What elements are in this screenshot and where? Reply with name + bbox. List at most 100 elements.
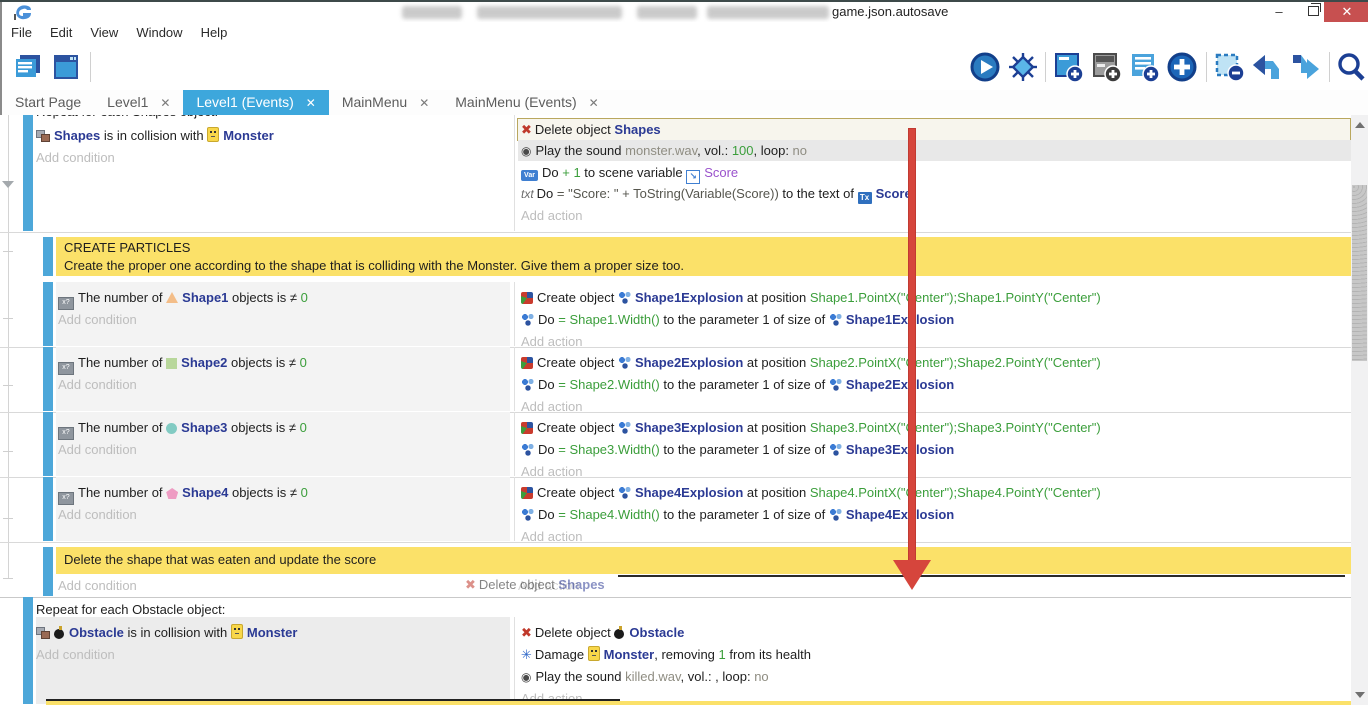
tab-close-icon[interactable]: ✕: [306, 91, 316, 116]
scrollbar-thumb[interactable]: [1352, 185, 1367, 361]
text-segment: The number of: [78, 290, 166, 305]
add-condition-button[interactable]: Add condition: [58, 309, 137, 330]
scene-window-icon[interactable]: [50, 51, 82, 83]
scroll-down-icon[interactable]: [1355, 692, 1365, 698]
comment-body[interactable]: Create the proper one according to the s…: [64, 258, 684, 273]
tab-close-icon[interactable]: ✕: [419, 91, 429, 116]
particle-icon: [521, 443, 534, 456]
drag-arrow-head: [893, 560, 931, 590]
tab-level1-events-[interactable]: Level1 (Events)✕: [183, 90, 328, 115]
event-selection-bar[interactable]: [43, 412, 53, 476]
project-manager-icon[interactable]: [12, 51, 44, 83]
event-selection-bar[interactable]: [23, 597, 33, 704]
action-row[interactable]: Do = Shape2.Width() to the parameter 1 o…: [521, 374, 954, 395]
text-segment: objects is: [227, 355, 288, 370]
action-row[interactable]: Do = Shape1.Width() to the parameter 1 o…: [521, 309, 954, 330]
add-condition-button[interactable]: Add condition: [58, 504, 137, 525]
add-circle-icon[interactable]: [1166, 51, 1198, 83]
particle-icon: [521, 378, 534, 391]
condition-row[interactable]: x?The number of Shape2 objects is ≠ 0: [58, 352, 307, 373]
text-segment: Shape3: [181, 420, 227, 435]
event-selection-bar[interactable]: [43, 347, 53, 411]
event-shape1-count-event: x?The number of Shape1 objects is ≠ 0Add…: [0, 282, 1351, 348]
action-row[interactable]: txtDo = "Score: " + ToString(Variable(Sc…: [521, 183, 912, 204]
event-selection-bar[interactable]: [43, 574, 53, 596]
action-row[interactable]: ✖Delete object Shapes: [521, 119, 661, 140]
event-selection-bar[interactable]: [43, 477, 53, 541]
text-segment: Delete object: [479, 577, 559, 592]
add-action-button[interactable]: Add action: [521, 526, 582, 547]
close-button[interactable]: ✕: [1324, 2, 1368, 24]
condition-row[interactable]: x?The number of Shape3 objects is ≠ 0: [58, 417, 307, 438]
text-segment: ≠: [290, 485, 301, 500]
action-row[interactable]: Do = Shape3.Width() to the parameter 1 o…: [521, 439, 954, 460]
text-segment: = Shape2.Width(): [558, 377, 660, 392]
text-segment: Score: [876, 186, 912, 201]
menu-help[interactable]: Help: [192, 22, 237, 40]
vertical-scrollbar[interactable]: [1351, 115, 1368, 705]
menu-edit[interactable]: Edit: [41, 22, 81, 40]
add-condition-button[interactable]: Add condition: [36, 644, 115, 665]
tab-start-page[interactable]: Start Page: [2, 90, 94, 115]
event-selection-bar[interactable]: [43, 547, 53, 574]
action-row[interactable]: Create object Shape2Explosion at positio…: [521, 352, 1101, 373]
add-condition-button[interactable]: Add condition: [36, 147, 115, 168]
search-icon[interactable]: [1335, 51, 1367, 83]
condition-row[interactable]: x?The number of Shape1 objects is ≠ 0: [58, 287, 308, 308]
tab-close-icon[interactable]: ✕: [160, 91, 170, 116]
debug-icon[interactable]: [1007, 51, 1039, 83]
tab-mainmenu-events-[interactable]: MainMenu (Events)✕: [442, 90, 611, 115]
comment-title[interactable]: Delete the shape that was eaten and upda…: [64, 552, 376, 567]
tab-mainmenu[interactable]: MainMenu✕: [329, 90, 442, 115]
action-row[interactable]: ✳Damage Monster, removing 1 from its hea…: [521, 644, 811, 665]
event-selection-bar[interactable]: [43, 282, 53, 346]
text-segment: Create object: [537, 420, 618, 435]
add-subevent-icon[interactable]: [1090, 51, 1122, 83]
menu-view[interactable]: View: [81, 22, 127, 40]
text-segment: no: [754, 669, 768, 684]
text-segment: Shape1: [182, 290, 228, 305]
comment-title[interactable]: CREATE PARTICLES: [64, 240, 190, 255]
columns-divider: [514, 115, 515, 231]
add-condition-button[interactable]: Add condition: [58, 374, 137, 395]
action-row[interactable]: ◉Play the sound monster.wav, vol.: 100, …: [521, 140, 807, 161]
text-segment: Shapes: [54, 128, 100, 143]
tab-close-icon[interactable]: ✕: [589, 91, 599, 116]
action-row[interactable]: ✖Delete object Obstacle: [521, 622, 684, 643]
event-selection-bar[interactable]: [43, 237, 53, 276]
minimize-button[interactable]: –: [1264, 2, 1294, 24]
action-row[interactable]: Do = Shape4.Width() to the parameter 1 o…: [521, 504, 954, 525]
text-segment: 0: [300, 355, 307, 370]
add-condition-button[interactable]: Add condition: [58, 575, 137, 596]
menu-file[interactable]: File: [2, 22, 41, 40]
redo-icon[interactable]: [1289, 51, 1321, 83]
text-segment: The number of: [78, 485, 166, 500]
play-icon[interactable]: [969, 51, 1001, 83]
action-row[interactable]: Create object Shape3Explosion at positio…: [521, 417, 1101, 438]
condition-row[interactable]: Shapes is in collision with Monster: [36, 125, 274, 146]
menu-window[interactable]: Window: [127, 22, 191, 40]
shape3-icon: [166, 423, 177, 434]
add-condition-button[interactable]: Add condition: [58, 439, 137, 460]
add-comment-icon[interactable]: [1128, 51, 1160, 83]
add-action-button[interactable]: Add action: [521, 205, 582, 226]
particle-icon: [618, 356, 631, 369]
bomb-icon: [54, 626, 65, 639]
action-row[interactable]: Create object Shape1Explosion at positio…: [521, 287, 1101, 308]
text-segment: Shapes: [614, 122, 660, 137]
event-selection-bar[interactable]: [23, 115, 33, 231]
condition-row[interactable]: Obstacle is in collision with Monster: [36, 622, 297, 643]
text-segment: Shape1.PointX("Center");Shape1.PointY("C…: [810, 290, 1101, 305]
action-row[interactable]: ◉Play the sound killed.wav, vol.: , loop…: [521, 666, 769, 687]
condition-row[interactable]: x?The number of Shape4 objects is ≠ 0: [58, 482, 308, 503]
undo-icon[interactable]: [1251, 51, 1283, 83]
action-row[interactable]: VarDo + 1 to scene variable ↘Score: [521, 162, 738, 183]
text-segment: Do: [538, 442, 558, 457]
tab-level1[interactable]: Level1✕: [94, 90, 183, 115]
add-event-icon[interactable]: [1052, 51, 1084, 83]
sound-icon: ◉: [521, 141, 531, 162]
scroll-up-icon[interactable]: [1355, 122, 1365, 128]
text-segment: Delete object: [535, 122, 615, 137]
delete-selection-icon[interactable]: [1213, 51, 1245, 83]
action-row[interactable]: Create object Shape4Explosion at positio…: [521, 482, 1101, 503]
